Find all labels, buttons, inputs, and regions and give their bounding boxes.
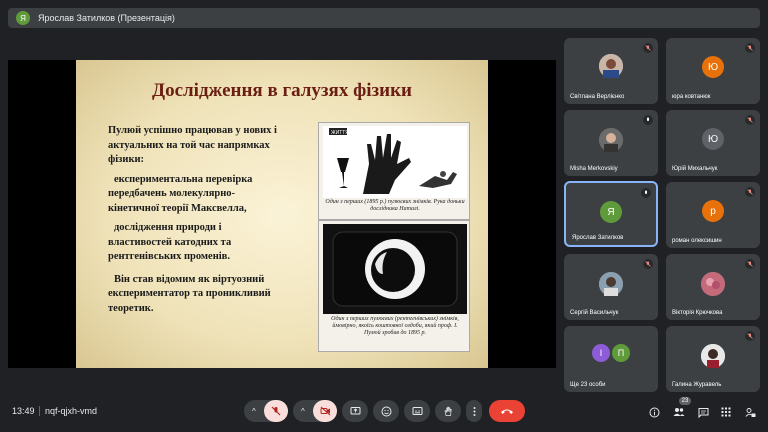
participant-tile[interactable]: Вікторія Крючкова xyxy=(666,254,760,320)
slide: Дослідження в галузях фізики Пулюй успіш… xyxy=(76,60,488,368)
participant-count-badge: 23 xyxy=(679,397,691,405)
mic-off-icon xyxy=(643,43,653,53)
bottom-bar: 13:49 nqf-qjxh-vmd ^ ^ xyxy=(0,392,768,432)
presenter-avatar: Я xyxy=(16,11,30,25)
participant-tile[interactable]: Галина Журавель xyxy=(666,326,760,392)
presentation-stage: Дослідження в галузях фізики Пулюй успіш… xyxy=(8,60,556,368)
participant-tile[interactable]: Світлана Верлієнко xyxy=(564,38,658,104)
participant-tile[interactable]: Misha Merkovskiy xyxy=(564,110,658,176)
apps-grid-icon xyxy=(721,407,731,417)
slide-paragraph: дослідження природи і властивостей катод… xyxy=(108,222,232,262)
divider xyxy=(39,406,40,416)
info-icon xyxy=(649,407,659,417)
xray-hand-figure: ЖИТТЯ Один з перших (1895 р.) пулюєвих з… xyxy=(318,122,470,220)
present-button[interactable] xyxy=(342,400,368,422)
chevron-up-icon[interactable]: ^ xyxy=(301,407,305,416)
captions-button[interactable] xyxy=(404,400,430,422)
participant-avatar: Ю xyxy=(702,56,724,78)
more-vert-icon xyxy=(473,406,475,416)
slide-title: Дослідження в галузях фізики xyxy=(152,80,412,101)
participant-photo xyxy=(701,272,725,296)
clock: 13:49 xyxy=(12,406,35,416)
mic-off-icon xyxy=(745,43,755,53)
emoji-icon xyxy=(381,406,391,416)
participant-tile-active[interactable]: Я Ярослав Затилков xyxy=(564,181,658,247)
participant-tile[interactable]: р роман олексишин xyxy=(666,182,760,248)
participant-tile[interactable]: Сергій Васильчук xyxy=(564,254,658,320)
figure1-caption: Один з перших (1895 р.) пулюєвих знімків… xyxy=(325,199,465,212)
leave-call-button[interactable] xyxy=(489,400,525,422)
participant-avatar: І xyxy=(592,344,610,362)
chat-icon xyxy=(698,407,708,418)
participant-name: Misha Merkovskiy xyxy=(570,166,618,172)
reactions-button[interactable] xyxy=(373,400,399,422)
host-controls-button[interactable] xyxy=(744,406,756,418)
presenter-title: Ярослав Затилков (Презентація) xyxy=(38,13,175,23)
participant-name: Ярослав Затилков xyxy=(572,235,624,241)
mic-on-icon xyxy=(641,188,651,198)
participant-photo xyxy=(701,344,725,368)
participant-name: юра ковтанюк xyxy=(672,94,711,100)
mic-off-icon xyxy=(745,115,755,125)
participant-avatar: р xyxy=(702,200,724,222)
mic-off-icon xyxy=(643,259,653,269)
participant-name: роман олексишин xyxy=(672,238,722,244)
participant-name: Сергій Васильчук xyxy=(570,310,619,316)
chat-button[interactable] xyxy=(697,406,709,418)
lock-person-icon xyxy=(744,407,755,417)
mic-off-icon xyxy=(745,259,755,269)
meeting-details-button[interactable] xyxy=(648,406,660,418)
captions-icon xyxy=(412,407,422,415)
more-participants-tile[interactable]: І П Ще 23 особи xyxy=(564,326,658,392)
participant-avatar: П xyxy=(612,344,630,362)
figure1-label: ЖИТТЯ xyxy=(331,130,349,136)
hand-icon xyxy=(444,406,452,416)
participant-avatar: Я xyxy=(600,201,622,223)
raise-hand-button[interactable] xyxy=(435,400,461,422)
more-participants-label: Ще 23 особи xyxy=(570,382,606,388)
xray-hand-image: ЖИТТЯ xyxy=(323,126,467,198)
camera-control-group: ^ xyxy=(293,400,337,422)
meeting-code: nqf-qjxh-vmd xyxy=(45,406,98,416)
hang-up-icon xyxy=(501,409,513,414)
mic-off-icon xyxy=(745,187,755,197)
mic-off-icon[interactable] xyxy=(264,400,288,422)
participant-photo xyxy=(599,128,623,152)
more-options-button[interactable] xyxy=(466,400,482,422)
participant-photo xyxy=(599,272,623,296)
participant-name: Світлана Верлієнко xyxy=(570,94,625,100)
xray-ornament-image xyxy=(323,224,467,314)
mic-control-group: ^ xyxy=(244,400,288,422)
participant-name: Юрій Михальчук xyxy=(672,166,718,172)
xray-ornament-figure: Один з перших пулюєвих (рентгенівських) … xyxy=(318,220,470,352)
chevron-up-icon[interactable]: ^ xyxy=(252,407,256,416)
present-icon xyxy=(350,407,360,415)
people-button[interactable] xyxy=(673,406,685,418)
participant-name: Галина Журавель xyxy=(672,382,722,388)
slide-paragraph: Він став відомим як віртуозний експериме… xyxy=(108,273,271,314)
mic-on-icon xyxy=(643,115,653,125)
camera-off-icon[interactable] xyxy=(313,400,337,422)
figure2-caption: Один з перших пулюєвих (рентгенівських) … xyxy=(331,316,459,336)
participant-tile[interactable]: Ю Юрій Михальчук xyxy=(666,110,760,176)
people-icon xyxy=(673,408,685,416)
participant-name: Вікторія Крючкова xyxy=(672,310,723,316)
participant-avatar: Ю xyxy=(702,128,724,150)
presenter-bar: Я Ярослав Затилков (Презентація) xyxy=(8,8,760,28)
slide-paragraph: Пулюй успішно працював у нових і актуаль… xyxy=(108,125,277,165)
participant-photo xyxy=(599,54,623,78)
activities-button[interactable] xyxy=(720,406,732,418)
slide-text: Пулюй успішно працював у нових і актуаль… xyxy=(108,124,286,321)
slide-paragraph: експериментальна перевірка передбачень м… xyxy=(108,173,253,214)
mic-off-icon xyxy=(745,331,755,341)
participant-tile[interactable]: Ю юра ковтанюк xyxy=(666,38,760,104)
